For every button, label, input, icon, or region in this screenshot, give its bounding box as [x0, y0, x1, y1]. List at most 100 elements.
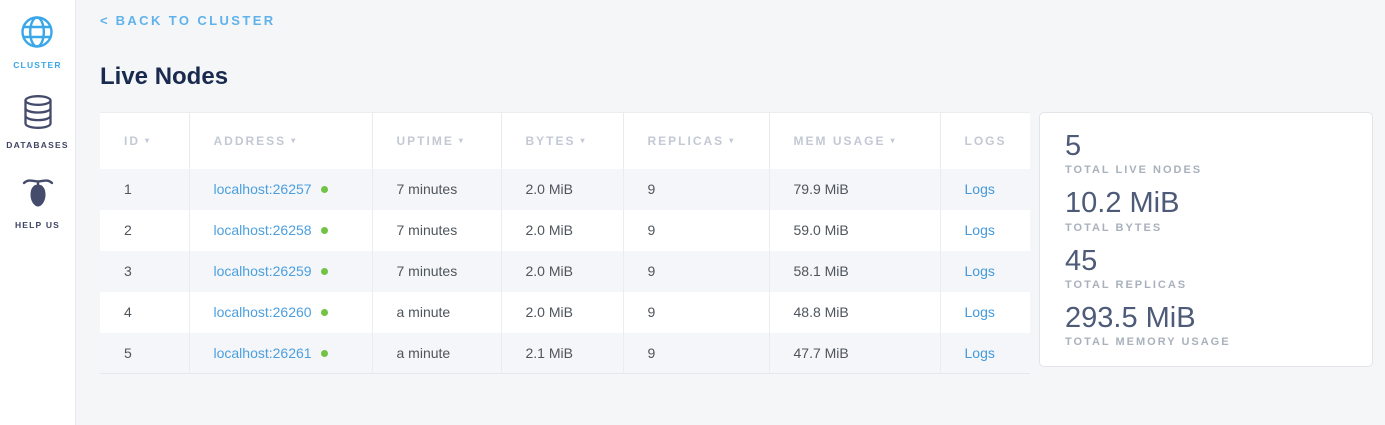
back-link-label: BACK TO CLUSTER — [116, 13, 276, 28]
table-row: 2 localhost:26258 7 minutes 2.0 MiB 9 59… — [100, 210, 1030, 251]
node-mem-usage-cell: 79.9 MiB — [769, 169, 940, 210]
summary-item-total-replicas: 45 TOTAL REPLICAS — [1065, 245, 1348, 291]
column-header-mem-usage[interactable]: MEM USAGE▾ — [769, 113, 940, 169]
summary-item-total-live-nodes: 5 TOTAL LIVE NODES — [1065, 130, 1348, 176]
node-replicas-cell: 9 — [623, 169, 769, 210]
node-address-link[interactable]: localhost:26261 — [214, 345, 312, 361]
sidebar-item-cluster[interactable]: CLUSTER — [13, 14, 62, 70]
node-bytes-cell: 2.0 MiB — [501, 292, 623, 333]
sort-arrow-icon: ▾ — [145, 136, 151, 145]
summary-label: TOTAL BYTES — [1065, 222, 1348, 234]
node-logs-cell: Logs — [940, 169, 1030, 210]
column-header-replicas[interactable]: REPLICAS▾ — [623, 113, 769, 169]
sidebar-item-label: CLUSTER — [13, 60, 62, 70]
column-header-logs: LOGS — [940, 113, 1030, 169]
node-bytes-cell: 2.0 MiB — [501, 251, 623, 292]
node-address-link[interactable]: localhost:26258 — [214, 222, 312, 238]
app-window: CLUSTER DATABASES HELP US — [0, 0, 1385, 425]
globe-icon — [19, 14, 55, 55]
node-live-dot-icon — [321, 227, 328, 234]
summary-item-total-bytes: 10.2 MiB TOTAL BYTES — [1065, 187, 1348, 233]
logs-link[interactable]: Logs — [965, 263, 995, 279]
summary-value: 5 — [1065, 130, 1348, 163]
node-bytes-cell: 2.0 MiB — [501, 169, 623, 210]
table-row: 1 localhost:26257 7 minutes 2.0 MiB 9 79… — [100, 169, 1030, 210]
sidebar-item-label: DATABASES — [6, 140, 68, 150]
table-row: 5 localhost:26261 a minute 2.1 MiB 9 47.… — [100, 333, 1030, 374]
node-uptime-cell: 7 minutes — [372, 210, 501, 251]
column-header-id[interactable]: ID▾ — [100, 113, 189, 169]
logs-link[interactable]: Logs — [965, 222, 995, 238]
summary-label: TOTAL REPLICAS — [1065, 279, 1348, 291]
sort-arrow-icon: ▾ — [581, 136, 587, 145]
logs-link[interactable]: Logs — [965, 304, 995, 320]
content-row: ID▾ ADDRESS▾ UPTIME▾ BYTES▾ REPLICAS▾ ME… — [100, 112, 1373, 374]
summary-item-total-memory-usage: 293.5 MiB TOTAL MEMORY USAGE — [1065, 302, 1348, 348]
column-header-address[interactable]: ADDRESS▾ — [189, 113, 372, 169]
node-mem-usage-cell: 47.7 MiB — [769, 333, 940, 374]
node-replicas-cell: 9 — [623, 292, 769, 333]
sort-arrow-icon: ▾ — [891, 136, 897, 145]
column-header-uptime[interactable]: UPTIME▾ — [372, 113, 501, 169]
node-replicas-cell: 9 — [623, 333, 769, 374]
summary-value: 10.2 MiB — [1065, 187, 1348, 220]
node-address-cell: localhost:26261 — [189, 333, 372, 374]
node-uptime-cell: 7 minutes — [372, 169, 501, 210]
table-header-row: ID▾ ADDRESS▾ UPTIME▾ BYTES▾ REPLICAS▾ ME… — [100, 113, 1030, 169]
node-address-cell: localhost:26259 — [189, 251, 372, 292]
main-content: < BACK TO CLUSTER Live Nodes ID▾ ADDRESS▾… — [76, 0, 1385, 425]
page-title: Live Nodes — [100, 63, 1373, 91]
node-address-cell: localhost:26260 — [189, 292, 372, 333]
node-id-cell: 3 — [100, 251, 189, 292]
node-replicas-cell: 9 — [623, 210, 769, 251]
node-logs-cell: Logs — [940, 251, 1030, 292]
cluster-summary-panel: 5 TOTAL LIVE NODES 10.2 MiB TOTAL BYTES … — [1039, 112, 1373, 367]
node-live-dot-icon — [321, 350, 328, 357]
sort-arrow-icon: ▾ — [291, 136, 297, 145]
node-uptime-cell: a minute — [372, 292, 501, 333]
node-address-cell: localhost:26258 — [189, 210, 372, 251]
node-mem-usage-cell: 58.1 MiB — [769, 251, 940, 292]
logs-link[interactable]: Logs — [965, 345, 995, 361]
summary-value: 293.5 MiB — [1065, 302, 1348, 335]
node-live-dot-icon — [321, 309, 328, 316]
summary-value: 45 — [1065, 245, 1348, 278]
sidebar-item-help-us[interactable]: HELP US — [15, 174, 60, 230]
node-mem-usage-cell: 59.0 MiB — [769, 210, 940, 251]
node-address-link[interactable]: localhost:26257 — [214, 181, 312, 197]
node-address-cell: localhost:26257 — [189, 169, 372, 210]
sort-arrow-icon: ▾ — [459, 136, 465, 145]
back-to-cluster-link[interactable]: < BACK TO CLUSTER — [100, 13, 276, 28]
table-row: 3 localhost:26259 7 minutes 2.0 MiB 9 58… — [100, 251, 1030, 292]
node-id-cell: 1 — [100, 169, 189, 210]
node-bytes-cell: 2.0 MiB — [501, 210, 623, 251]
logs-link[interactable]: Logs — [965, 181, 995, 197]
node-address-link[interactable]: localhost:26259 — [214, 263, 312, 279]
summary-label: TOTAL LIVE NODES — [1065, 164, 1348, 176]
column-header-bytes[interactable]: BYTES▾ — [501, 113, 623, 169]
node-id-cell: 5 — [100, 333, 189, 374]
node-logs-cell: Logs — [940, 210, 1030, 251]
node-live-dot-icon — [321, 268, 328, 275]
back-chevron-icon: < — [100, 13, 108, 28]
node-id-cell: 4 — [100, 292, 189, 333]
table-row: 4 localhost:26260 a minute 2.0 MiB 9 48.… — [100, 292, 1030, 333]
node-mem-usage-cell: 48.8 MiB — [769, 292, 940, 333]
sidebar-item-label: HELP US — [15, 220, 60, 230]
cockroach-icon — [20, 174, 56, 215]
databases-icon — [21, 94, 55, 135]
node-logs-cell: Logs — [940, 333, 1030, 374]
node-uptime-cell: 7 minutes — [372, 251, 501, 292]
sort-arrow-icon: ▾ — [729, 136, 735, 145]
sidebar-item-databases[interactable]: DATABASES — [6, 94, 68, 150]
node-id-cell: 2 — [100, 210, 189, 251]
node-logs-cell: Logs — [940, 292, 1030, 333]
node-address-link[interactable]: localhost:26260 — [214, 304, 312, 320]
node-live-dot-icon — [321, 186, 328, 193]
live-nodes-table: ID▾ ADDRESS▾ UPTIME▾ BYTES▾ REPLICAS▾ ME… — [100, 112, 1030, 374]
node-bytes-cell: 2.1 MiB — [501, 333, 623, 374]
summary-label: TOTAL MEMORY USAGE — [1065, 336, 1348, 348]
node-uptime-cell: a minute — [372, 333, 501, 374]
sidebar: CLUSTER DATABASES HELP US — [0, 0, 76, 425]
node-replicas-cell: 9 — [623, 251, 769, 292]
